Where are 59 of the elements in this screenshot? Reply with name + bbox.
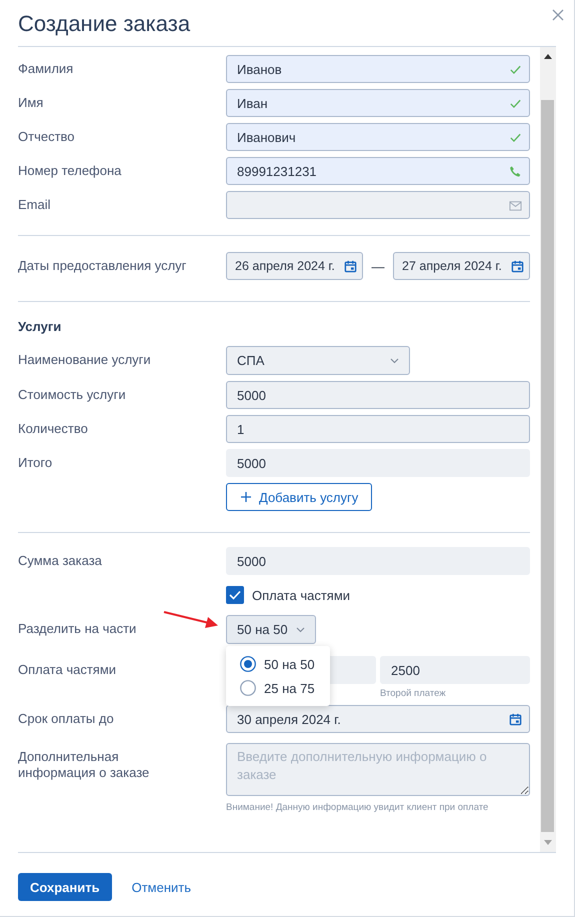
field-label: Стоимость услуги (18, 386, 126, 404)
field-label: Email (18, 196, 51, 214)
plus-icon (241, 492, 251, 502)
text-area[interactable]: Введите дополнительную информацию о заказе (226, 743, 530, 796)
date-field[interactable]: 26 апреля 2024 г. (226, 252, 363, 280)
text-field[interactable]: 1 (226, 415, 530, 443)
check-icon (229, 590, 241, 600)
field-label: Отчество (18, 128, 75, 146)
save-button[interactable]: Сохранить (18, 873, 112, 901)
text-field[interactable] (226, 191, 530, 219)
text-field[interactable]: 89991231231 (226, 157, 530, 185)
field-label: Количество (18, 420, 88, 438)
phone-icon (509, 165, 522, 178)
date-field[interactable]: 30 апреля 2024 г. (226, 705, 530, 733)
dropdown[interactable]: СПА (226, 346, 410, 375)
text-field[interactable]: 5000 (226, 381, 530, 409)
dialog-title: Создание заказа (18, 10, 190, 37)
chevron-icon (390, 358, 399, 364)
calendar-icon (509, 713, 522, 726)
check-icon (509, 97, 522, 110)
add-service-button[interactable]: Добавить услугу (226, 483, 372, 511)
scrollbar-thumb[interactable] (541, 100, 554, 832)
close-icon (552, 9, 564, 21)
field-label: Разделить на части (18, 620, 136, 638)
field-label: Дополнительная информация о заказе (18, 748, 150, 782)
date-field[interactable]: 27 апреля 2024 г. (393, 252, 530, 280)
field-note: Внимание! Данную информацию увидит клиент при оплате (226, 802, 490, 813)
field-caption: Второй платеж (380, 688, 447, 699)
scroll-down-icon (544, 840, 552, 845)
text-field[interactable]: Иванов (226, 55, 530, 83)
field-label: Сумма заказа (18, 552, 102, 570)
cancel-link[interactable]: Отменить (132, 880, 192, 894)
field-label: Имя (18, 94, 44, 112)
field-label: Итого (18, 454, 52, 472)
text-field[interactable]: Иванович (226, 123, 530, 151)
mail-icon (509, 199, 522, 212)
section-heading: Услуги (18, 318, 62, 336)
arrow-icon (163, 609, 219, 629)
checkbox[interactable]: Оплата частями (226, 581, 350, 609)
calendar-icon (344, 260, 357, 273)
radio-icon (240, 680, 256, 696)
radio-icon (240, 656, 256, 672)
scrollbar[interactable] (540, 47, 556, 852)
field-label: Оплата частями (18, 661, 116, 679)
chevron-icon (296, 626, 305, 632)
calendar-icon (511, 260, 524, 273)
check-icon (509, 131, 522, 144)
radio-option[interactable]: 25 на 75 (240, 680, 330, 696)
check-icon (509, 63, 522, 76)
field-label: Срок оплаты до (18, 710, 114, 728)
field-label: Номер телефона (18, 162, 122, 180)
field-label: Даты предоставления услуг (18, 257, 186, 275)
scroll-up-icon (544, 54, 552, 59)
range-dash: — (370, 258, 386, 274)
dropdown[interactable]: 50 на 50 (226, 615, 316, 644)
field-label: Фамилия (18, 60, 74, 78)
radio-option[interactable]: 50 на 50 (240, 656, 330, 672)
field-label: Наименование услуги (18, 351, 151, 369)
text-field[interactable]: Иван (226, 89, 530, 117)
